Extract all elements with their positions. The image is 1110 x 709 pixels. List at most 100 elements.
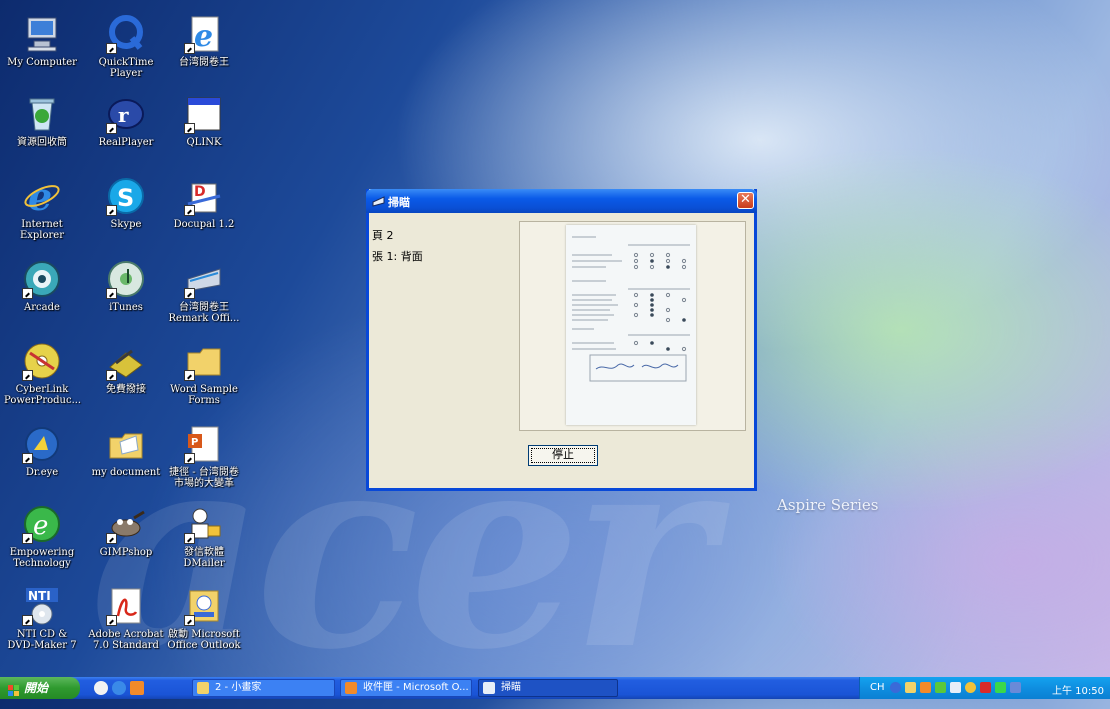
svg-text:D: D — [194, 184, 206, 200]
gimp-icon — [106, 504, 146, 544]
desktop-icon-label: Docupal 1.2 — [173, 219, 235, 230]
desktop-icon-skype[interactable]: S Skype — [88, 176, 164, 230]
recycle-bin-icon — [22, 94, 62, 134]
scan-dialog: 掃瞄 ✕ 頁 2 張 1: 背面 停止 — [366, 189, 757, 491]
back-arrow-icon[interactable] — [890, 682, 901, 693]
network-icon[interactable] — [935, 682, 946, 693]
desktop-icon-my-computer[interactable]: My Computer — [4, 14, 80, 68]
security-icon[interactable] — [965, 682, 976, 693]
arcade-icon — [22, 259, 62, 299]
desktop-icon-word-sample-forms[interactable]: Word Sample Forms — [166, 341, 242, 406]
taskbar: 開始 2 - 小畫家 收件匣 - Microsoft O... 掃瞄 CH 上午… — [0, 677, 1110, 699]
aspire-series-text: Aspire Series — [777, 496, 879, 514]
svg-text:r: r — [118, 103, 129, 127]
desktop-icon-outlook[interactable]: 啟動 Microsoft Office Outlook — [166, 586, 242, 651]
quicklaunch-outlook-icon[interactable] — [130, 681, 144, 695]
computer-icon — [22, 14, 62, 54]
desktop-icon-dreye[interactable]: Dr.eye — [4, 424, 80, 478]
scanner-icon — [372, 194, 385, 207]
taskbar-task-paint[interactable]: 2 - 小畫家 — [192, 679, 335, 697]
outlook-tray-icon[interactable] — [920, 682, 931, 693]
desktop-icon-remark-office[interactable]: 台湾閱卷王 Remark Offi... — [166, 259, 242, 324]
scanner-tray-icon[interactable] — [950, 682, 961, 693]
desktop-icon-nti-cd[interactable]: NTI NTI CD & DVD-Maker 7 — [4, 586, 80, 651]
dialog-titlebar[interactable]: 掃瞄 ✕ — [366, 189, 757, 213]
quicklaunch-ie-icon[interactable] — [112, 681, 126, 695]
stop-button[interactable]: 停止 — [528, 445, 598, 466]
antivirus-icon[interactable] — [980, 682, 991, 693]
window-icon — [184, 94, 224, 134]
nti-icon: NTI — [22, 586, 62, 626]
dmailer-icon — [184, 504, 224, 544]
scanned-form-image — [572, 236, 690, 382]
desktop-icon-taiwan-shortcut[interactable]: P 捷徑 - 台湾閱卷 市場的大變革 — [166, 424, 242, 489]
scanner-icon — [184, 259, 224, 299]
svg-text:e: e — [194, 19, 213, 54]
task-label: 掃瞄 — [501, 682, 521, 693]
language-indicator[interactable]: CH — [870, 682, 885, 693]
desktop-icon-label: Dr.eye — [25, 467, 59, 478]
quicktime-icon — [106, 14, 146, 54]
dialog-title: 掃瞄 — [388, 196, 410, 209]
outlook-icon — [345, 682, 357, 694]
ie-icon: e — [184, 14, 224, 54]
desktop-icon-recycle-bin[interactable]: 資源回收筒 — [4, 94, 80, 148]
scanner-icon — [483, 682, 495, 694]
desktop-icon-label: NTI CD & DVD-Maker 7 — [7, 629, 77, 651]
desktop-icon-empowering[interactable]: e Empowering Technology — [4, 504, 80, 569]
close-icon: ✕ — [740, 192, 751, 207]
desktop-icon-label: Arcade — [24, 302, 60, 313]
desktop-icon-taiwan-reader[interactable]: e 台湾閱卷王 — [166, 14, 242, 68]
desktop-icon-gimpshop[interactable]: GIMPshop — [88, 504, 164, 558]
taskbar-task-outlook[interactable]: 收件匣 - Microsoft O... — [340, 679, 472, 697]
close-button[interactable]: ✕ — [737, 192, 754, 209]
desktop-icon-free-dial[interactable]: 免費撥接 — [88, 341, 164, 395]
docupal-icon: D — [184, 176, 224, 216]
svg-text:e: e — [33, 511, 48, 541]
folder-open-icon — [106, 424, 146, 464]
desktop-icon-cyberlink[interactable]: CyberLink PowerProduc... — [4, 341, 82, 406]
powerpoint-icon: P — [184, 424, 224, 464]
realplayer-icon: r — [106, 94, 146, 134]
start-label: 開始 — [24, 681, 49, 695]
svg-text:e: e — [28, 176, 52, 216]
desktop-icon-label: 資源回收筒 — [17, 137, 67, 148]
desktop-icon-itunes[interactable]: iTunes — [88, 259, 164, 313]
empowering-icon: e — [22, 504, 62, 544]
modem-icon — [106, 341, 146, 381]
task-label: 2 - 小畫家 — [215, 682, 262, 693]
itunes-icon — [106, 259, 146, 299]
desktop-icon-realplayer[interactable]: r RealPlayer — [88, 94, 164, 148]
display-icon[interactable] — [1010, 682, 1021, 693]
folder-icon — [184, 341, 224, 381]
desktop-icon-quicktime[interactable]: QuickTime Player — [88, 14, 164, 79]
desktop-icon-label: 台湾閱卷王 — [179, 57, 229, 68]
desktop-icon-label: RealPlayer — [98, 137, 154, 148]
desktop-icon-docupal[interactable]: D Docupal 1.2 — [166, 176, 242, 230]
taskbar-task-scan[interactable]: 掃瞄 — [478, 679, 618, 697]
task-label: 收件匣 - Microsoft O... — [363, 682, 469, 693]
windows-flag-icon — [8, 682, 20, 696]
mail-icon[interactable] — [905, 682, 916, 693]
desktop-icon-label: CyberLink PowerProduc... — [4, 384, 82, 406]
system-tray: CH 上午 10:50 — [859, 677, 1110, 699]
svg-text:NTI: NTI — [28, 589, 51, 603]
desktop-icon-label: iTunes — [109, 302, 143, 313]
start-button[interactable]: 開始 — [0, 677, 80, 699]
desktop-icon-dmailer[interactable]: 發信軟體 DMailer — [166, 504, 242, 569]
desktop-icon-label: 啟動 Microsoft Office Outlook — [167, 629, 241, 651]
disc-icon — [22, 341, 62, 381]
desktop-icon-label: Skype — [110, 219, 142, 230]
desktop-icon-internet-explorer[interactable]: e Internet Explorer — [4, 174, 80, 241]
status-icon[interactable] — [995, 682, 1006, 693]
desktop-icon-my-document[interactable]: my document — [88, 424, 164, 478]
skype-icon: S — [106, 176, 146, 216]
desktop-icon-qlink[interactable]: QLINK — [166, 94, 242, 148]
desktop-icon-arcade[interactable]: Arcade — [4, 259, 80, 313]
desktop-icon-label: QLINK — [186, 137, 222, 148]
desktop-icon-adobe-acrobat[interactable]: Adobe Acrobat 7.0 Standard — [88, 586, 164, 651]
quicklaunch-media-icon[interactable] — [94, 681, 108, 695]
outlook-icon — [184, 586, 224, 626]
clock[interactable]: 上午 10:50 — [1052, 682, 1104, 697]
scanned-page-thumbnail — [566, 225, 696, 425]
